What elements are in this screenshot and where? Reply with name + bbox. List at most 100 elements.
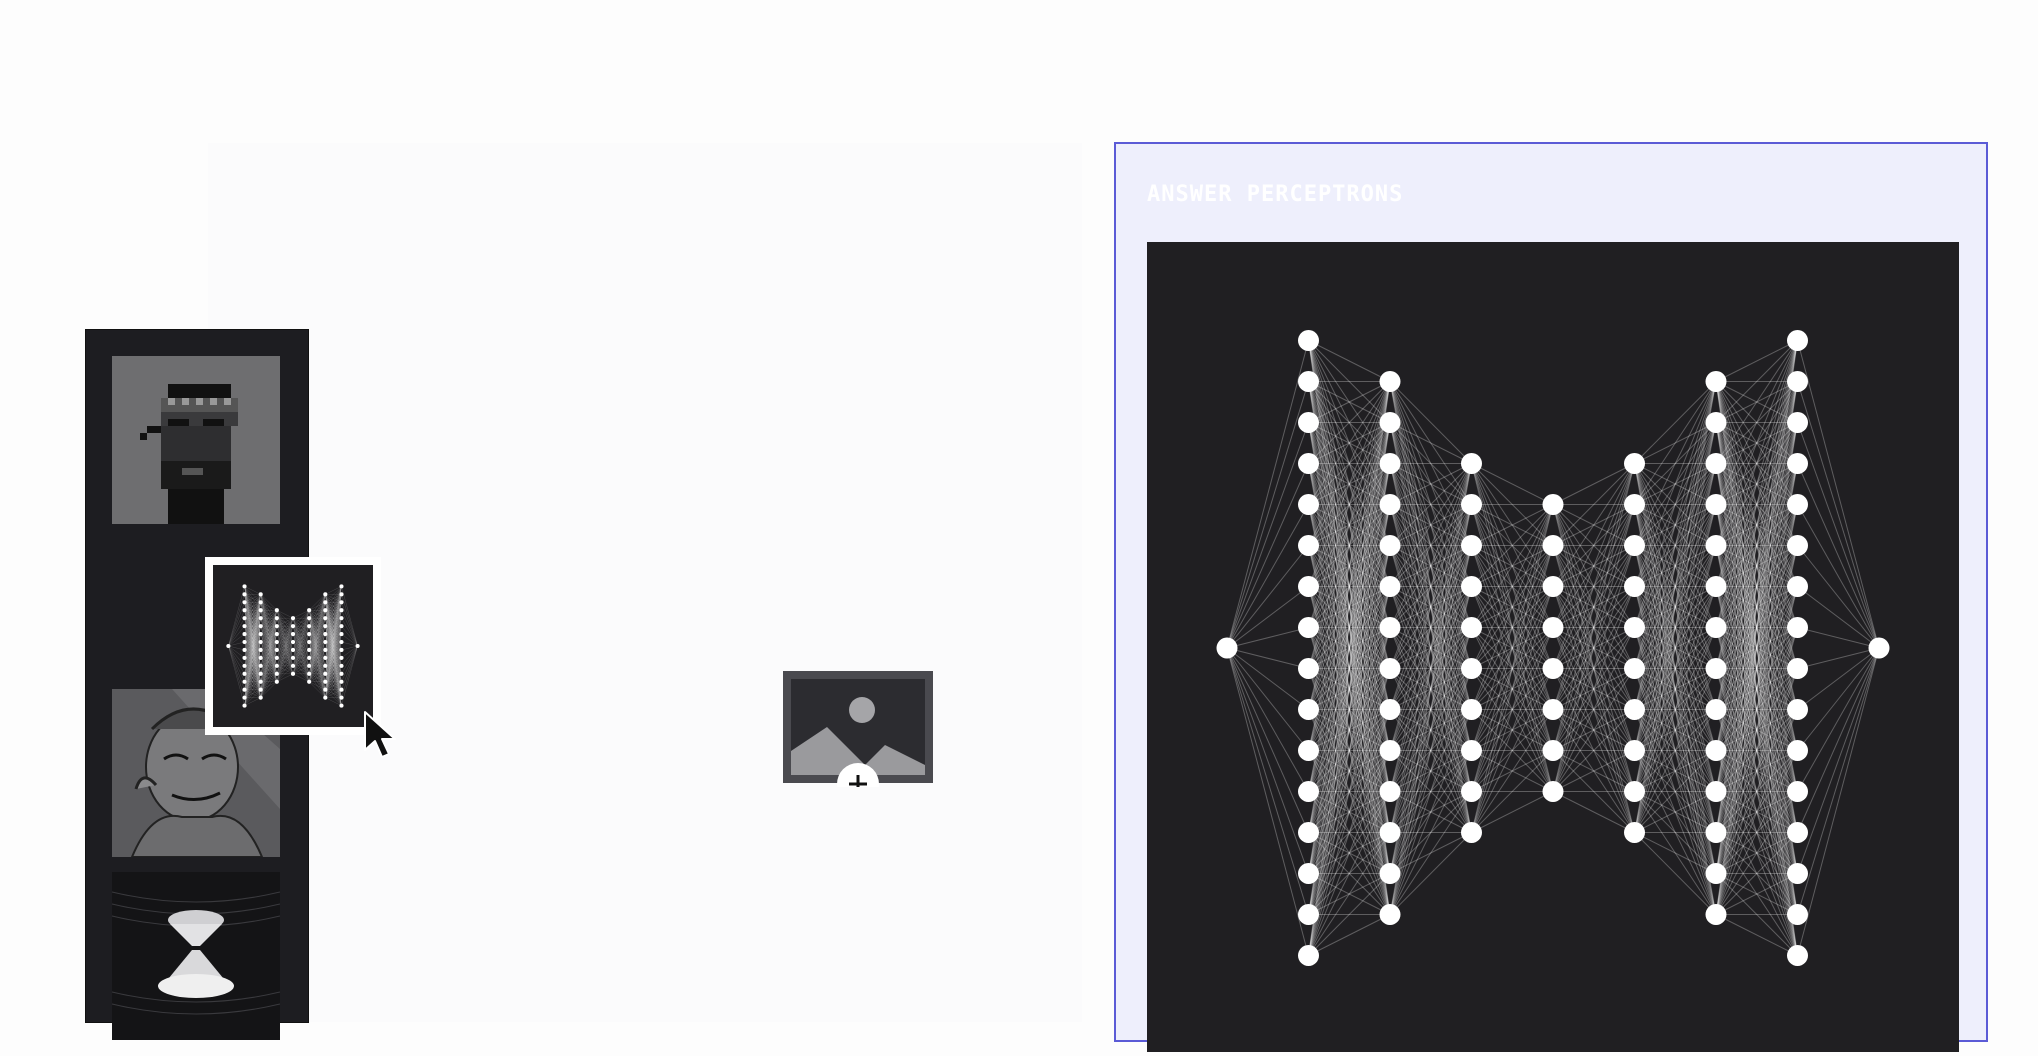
network-node [290, 647, 296, 653]
network-node [307, 663, 312, 668]
network-node [1705, 617, 1727, 638]
network-node [323, 695, 328, 700]
network-node [242, 695, 247, 700]
network-node [242, 655, 247, 660]
network-node [307, 647, 312, 653]
network-node [323, 687, 328, 692]
network-node [258, 687, 263, 692]
network-node [1461, 822, 1482, 843]
network-node [323, 671, 328, 676]
network-node [1705, 371, 1727, 392]
network-node [1379, 535, 1401, 556]
network-node [1705, 863, 1727, 884]
network-node [1787, 699, 1808, 720]
network-node [1705, 699, 1727, 720]
network-node [274, 647, 279, 653]
network-node [274, 663, 279, 668]
network-node [242, 592, 247, 597]
network-node [290, 624, 296, 629]
network-node [1787, 412, 1808, 433]
network-node [1298, 658, 1319, 679]
network-node [339, 703, 344, 708]
network-node [274, 608, 279, 613]
network-node [1216, 637, 1238, 659]
network-nodes [226, 584, 360, 708]
network-node [1624, 453, 1645, 474]
network-node [323, 624, 328, 629]
network-connections [228, 586, 358, 706]
network-node [1542, 535, 1564, 556]
network-node [307, 679, 312, 684]
network-node [274, 632, 279, 637]
network-node [242, 703, 247, 708]
network-node [1542, 617, 1564, 638]
pixel-punk-thumbnail[interactable] [112, 356, 280, 524]
network-node [1787, 945, 1808, 966]
network-node [339, 600, 344, 605]
network-node [242, 671, 247, 676]
network-node [307, 608, 312, 613]
network-node [1705, 453, 1727, 474]
network-node [1461, 494, 1482, 515]
network-node [1298, 945, 1319, 966]
network-node [1298, 904, 1319, 925]
network-node [258, 616, 263, 621]
network-node [1542, 494, 1564, 515]
network-node [1542, 576, 1564, 597]
network-node [323, 632, 328, 637]
network-node [1298, 617, 1319, 638]
network-node [290, 616, 296, 621]
network-node [1298, 330, 1319, 351]
network-node [274, 624, 279, 629]
network-node [242, 584, 247, 589]
hourglass-art-thumbnail[interactable] [112, 872, 280, 1040]
network-node [1705, 822, 1727, 843]
network-node [290, 632, 296, 637]
network-node [1787, 576, 1808, 597]
network-node [1624, 576, 1645, 597]
network-node [1787, 535, 1808, 556]
network-node [1379, 494, 1401, 515]
network-node [1461, 535, 1482, 556]
network-node [1705, 740, 1727, 761]
network-node [258, 632, 263, 637]
network-node [307, 639, 312, 645]
network-node [290, 671, 296, 676]
network-node [1379, 904, 1401, 925]
network-node [323, 616, 328, 621]
network-node [226, 643, 231, 649]
network-node [274, 679, 279, 684]
network-node [1461, 781, 1482, 802]
network-node [355, 643, 360, 649]
network-node [307, 655, 312, 660]
network-node [1461, 658, 1482, 679]
add-image-dropzone[interactable] [781, 669, 935, 787]
network-node [242, 600, 247, 605]
neural-network-diagram [1216, 330, 1890, 966]
network-node [1624, 535, 1645, 556]
network-node [274, 671, 279, 676]
network-node [1705, 535, 1727, 556]
network-node [258, 655, 263, 660]
network-node [1461, 576, 1482, 597]
network-node [1542, 740, 1564, 761]
network-node [339, 592, 344, 597]
network-node [1705, 658, 1727, 679]
network-node [339, 679, 344, 684]
network-node [290, 663, 296, 668]
network-node [1298, 740, 1319, 761]
network-node [1787, 453, 1808, 474]
network-node [339, 639, 344, 645]
dragged-thumbnail[interactable] [205, 557, 381, 735]
network-canvas [1147, 242, 1959, 1052]
network-node [339, 632, 344, 637]
network-node [1705, 904, 1727, 925]
neural-network-thumbnail-icon [213, 565, 373, 727]
network-node [1379, 371, 1401, 392]
network-node [1298, 781, 1319, 802]
network-node [274, 616, 279, 621]
network-node [242, 632, 247, 637]
network-node [1787, 494, 1808, 515]
network-node [1298, 822, 1319, 843]
network-node [339, 608, 344, 613]
